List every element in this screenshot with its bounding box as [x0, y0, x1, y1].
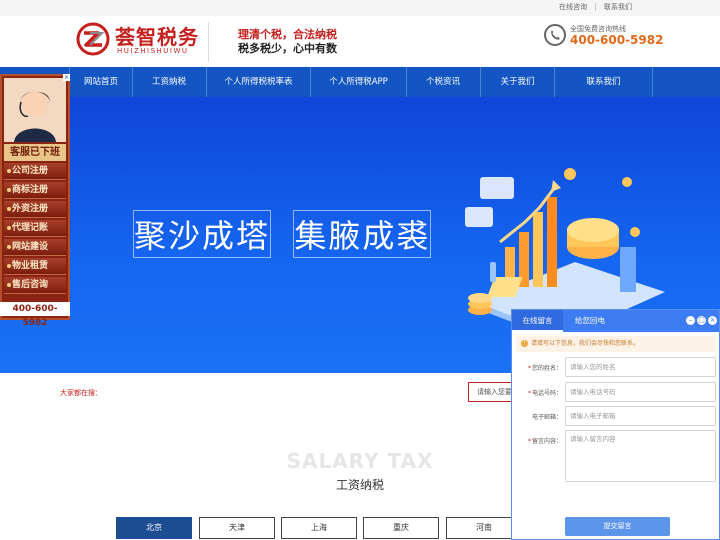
service-item-trademark[interactable]: 商标注册	[4, 182, 66, 199]
close-icon[interactable]: ×	[708, 316, 717, 325]
content-label: *留言内容：	[516, 436, 562, 445]
service-item-website[interactable]: 网站建设	[4, 239, 66, 256]
header-divider	[208, 22, 209, 62]
minimize-icon[interactable]: –	[686, 316, 695, 325]
contact-us-link[interactable]: 联系我们	[604, 2, 632, 12]
nav-item-tax-news[interactable]: 个税资讯	[407, 67, 479, 97]
topbar-divider	[595, 3, 596, 11]
phone-label: *电话号码：	[516, 388, 562, 397]
message-content-field[interactable]: 请输入留言内容	[565, 430, 716, 482]
customer-service-panel: 客服已下班 公司注册 商标注册 外资注册 代理记账 网站建设 物业租赁 售后咨询	[0, 74, 70, 320]
banner-headline: 聚沙成塔 集腋成裘	[132, 210, 432, 258]
name-label: *您的姓名：	[516, 363, 562, 372]
city-tab-beijing[interactable]: 北京	[116, 517, 192, 539]
tab-callback[interactable]: 给您回电	[566, 310, 614, 332]
name-field[interactable]: 请输入您的姓名	[565, 357, 716, 377]
service-item-company-registration[interactable]: 公司注册	[4, 163, 66, 180]
nav-item-salary-tax[interactable]: 工资纳税	[133, 67, 205, 97]
site-header: 荟智税务 HUIZHISHUIWU 理清个税，合法纳税 税多税少，心中有数 全国…	[0, 16, 720, 68]
message-widget-header: 在线留言 给您回电 – □ ×	[512, 310, 719, 332]
city-tab-shanghai[interactable]: 上海	[281, 517, 357, 539]
content-label-text: 留言内容：	[531, 438, 562, 445]
required-mark: *	[527, 365, 531, 372]
logo-text[interactable]: 荟智税务	[115, 21, 199, 50]
city-tab-chongqing[interactable]: 重庆	[363, 517, 439, 539]
email-field[interactable]: 请输入电子邮箱	[565, 406, 716, 426]
phone-field[interactable]: 请输入电话号码	[565, 382, 716, 402]
hotline-number: 400-600-5982	[570, 33, 664, 47]
service-status: 客服已下班	[4, 144, 66, 161]
nav-divider	[652, 67, 653, 97]
service-item-property-rental[interactable]: 物业租赁	[4, 258, 66, 275]
banner-headline-part2: 集腋成裘	[293, 210, 432, 258]
close-icon[interactable]: ×	[63, 74, 70, 81]
required-mark: *	[527, 390, 531, 397]
nav-item-tax-rate-table[interactable]: 个人所得税税率表	[207, 67, 310, 97]
logo-icon[interactable]	[76, 22, 110, 56]
service-item-foreign-registration[interactable]: 外资注册	[4, 201, 66, 218]
top-utility-bar: 在线咨询 联系我们	[0, 0, 720, 16]
nav-item-contact[interactable]: 联系我们	[555, 67, 652, 97]
phone-icon	[544, 24, 566, 46]
nav-item-tax-app[interactable]: 个人所得税APP	[311, 67, 406, 97]
logo-subtext: HUIZHISHUIWU	[117, 47, 189, 55]
service-avatar	[4, 78, 66, 142]
message-widget: 在线留言 给您回电 – □ × 请填写以下信息，我们会尽快和您联系。 *您的姓名…	[511, 309, 720, 540]
email-label: 电子邮箱：	[531, 414, 562, 421]
service-item-after-sales[interactable]: 售后咨询	[4, 277, 66, 294]
banner-headline-part1: 聚沙成塔	[132, 210, 272, 258]
tab-online-message[interactable]: 在线留言	[512, 310, 563, 332]
service-phone: 400-600-5982	[0, 302, 70, 328]
submit-button[interactable]: 提交留言	[565, 517, 670, 536]
city-tab-tianjin[interactable]: 天津	[199, 517, 275, 539]
slogan-line-2: 税多税少，心中有数	[238, 42, 337, 55]
main-nav: 网站首页 工资纳税 个人所得税税率表 个人所得税APP 个税资讯 关于我们 联系…	[0, 67, 720, 97]
popular-searches-label: 大家都在搜：	[60, 389, 102, 397]
online-consult-link[interactable]: 在线咨询	[559, 2, 587, 12]
message-notice: 请填写以下信息，我们会尽快和您联系。	[516, 336, 715, 352]
expand-icon[interactable]: □	[697, 316, 706, 325]
name-label-text: 您的姓名：	[531, 365, 562, 372]
required-mark: *	[527, 438, 531, 445]
phone-label-text: 电话号码：	[531, 390, 562, 397]
nav-item-about[interactable]: 关于我们	[481, 67, 554, 97]
nav-item-home[interactable]: 网站首页	[70, 67, 132, 97]
service-item-bookkeeping[interactable]: 代理记账	[4, 220, 66, 237]
